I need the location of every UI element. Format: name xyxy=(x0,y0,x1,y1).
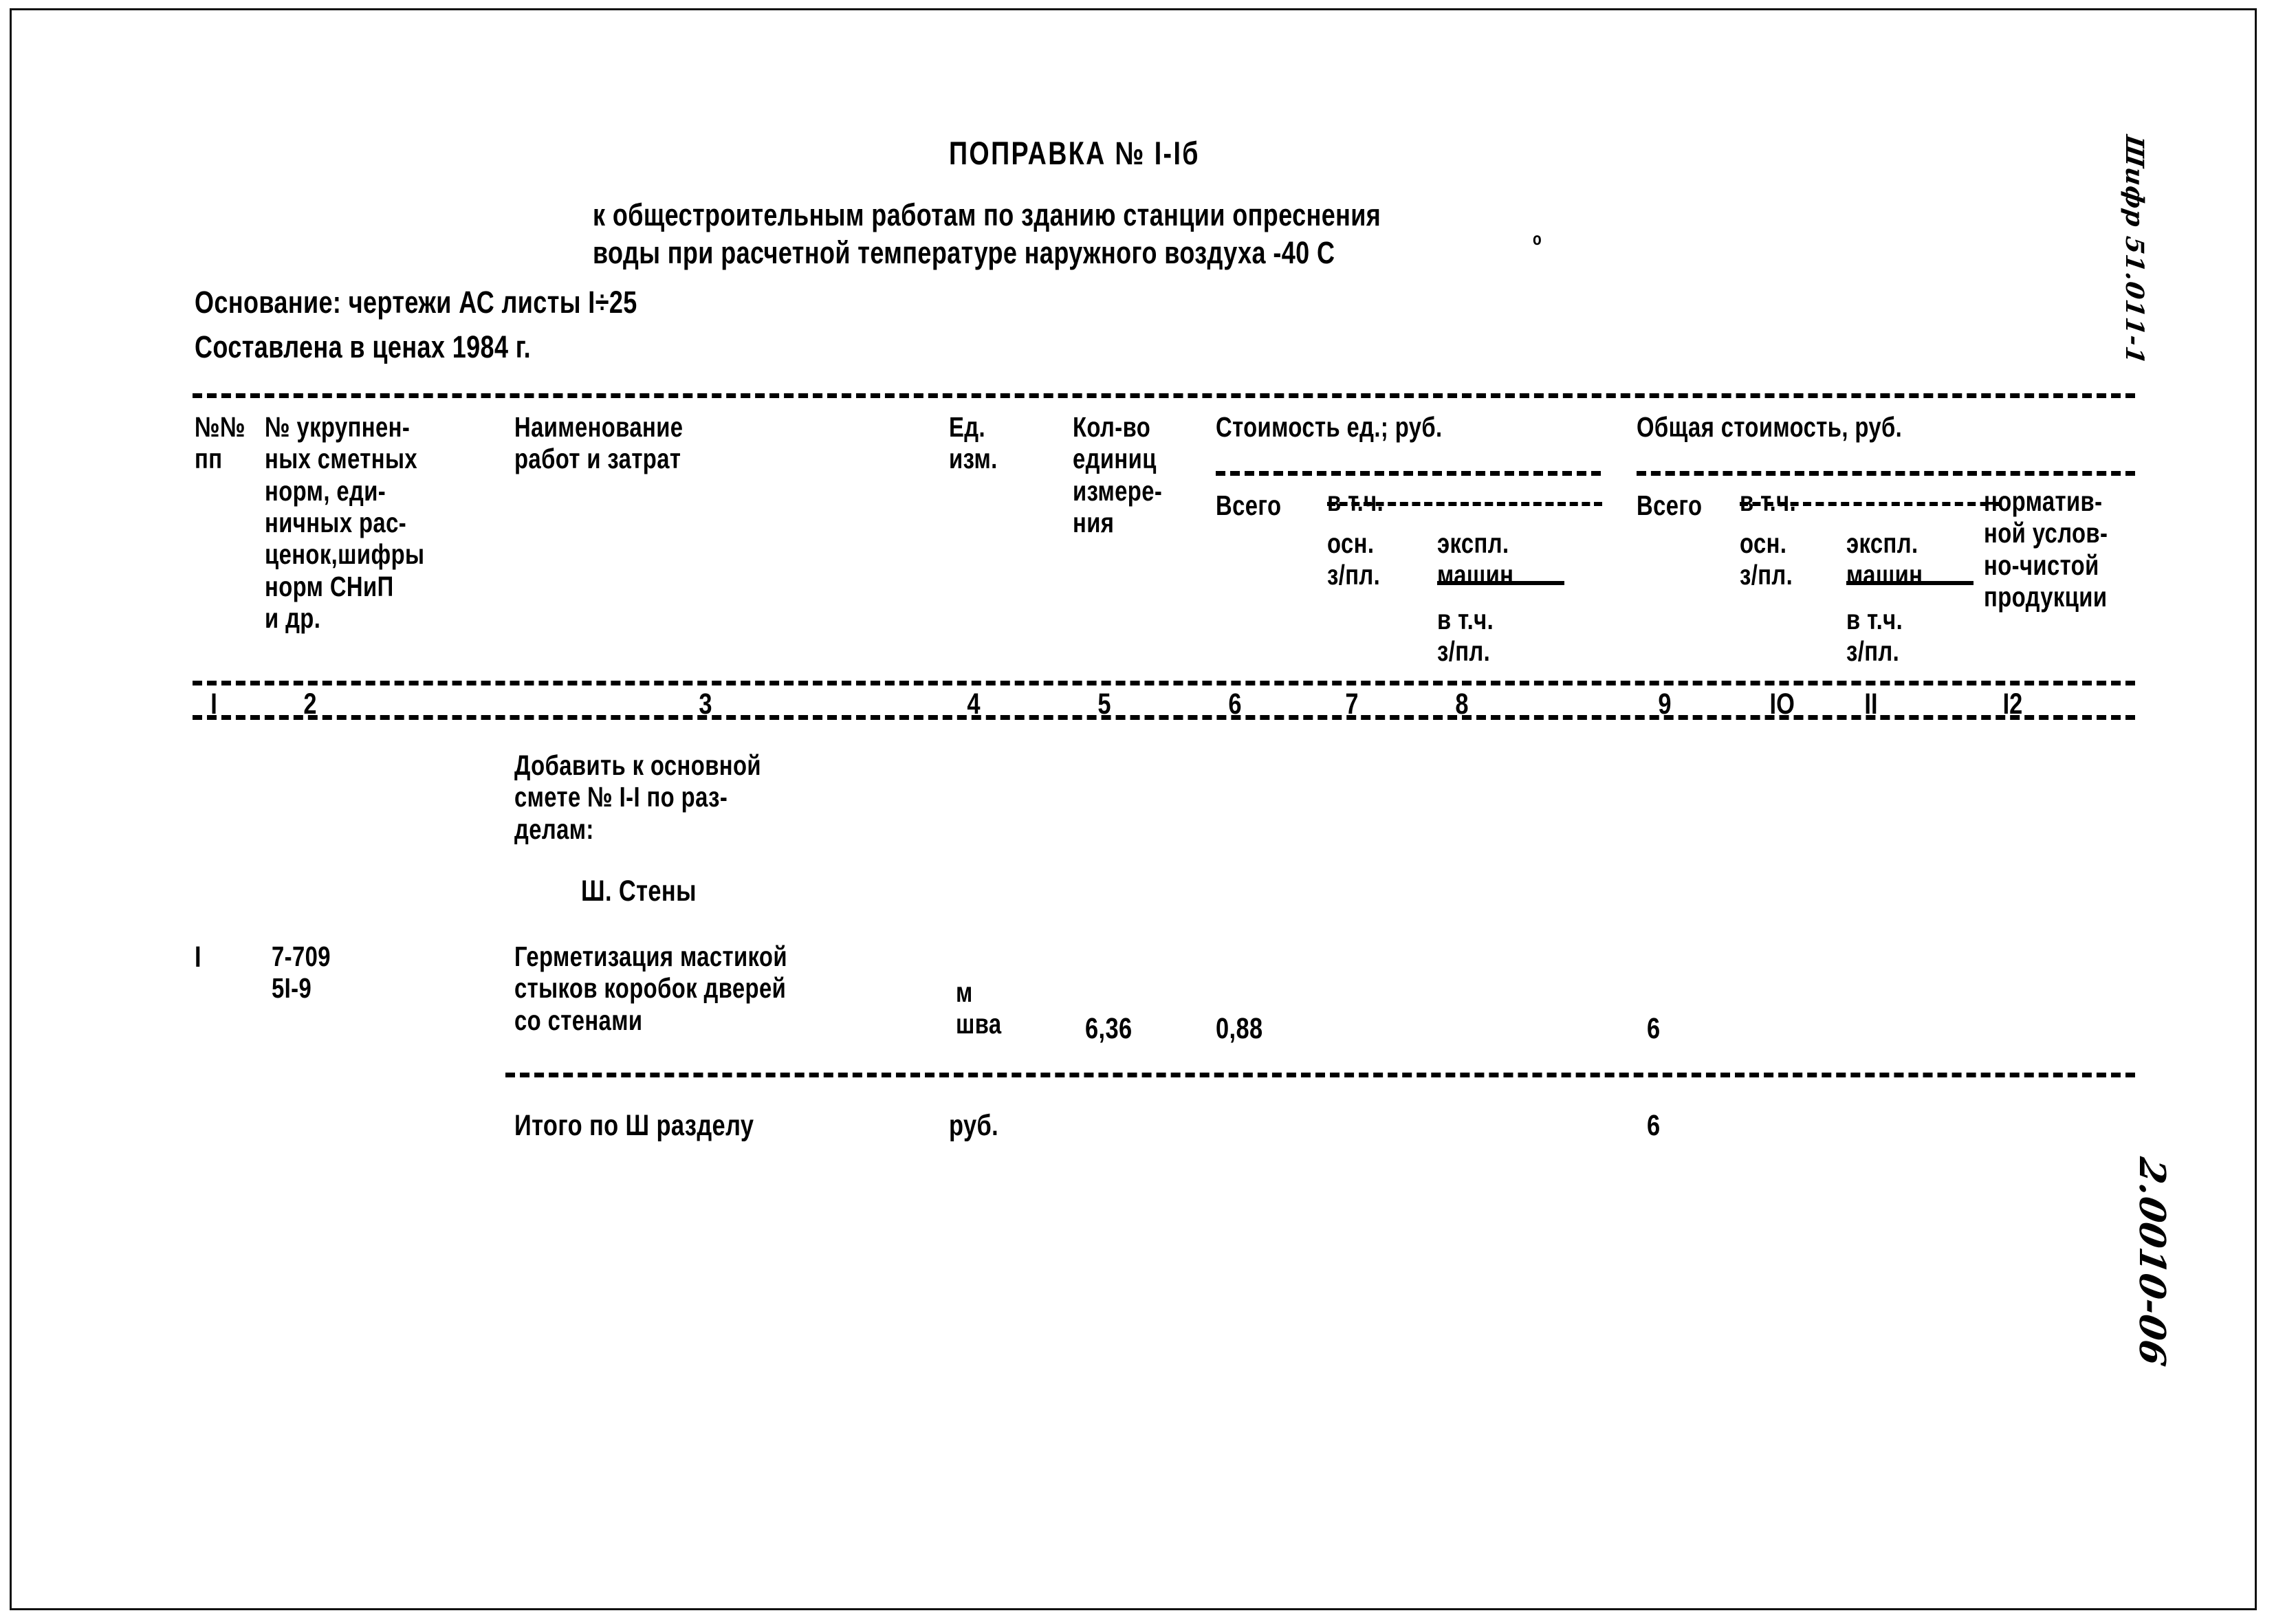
column-header-total-vsego: Всего xyxy=(1637,490,1703,521)
column-header-cost-per-unit-group: Стоимость ед.; руб. xyxy=(1216,411,1443,443)
column-number-top-rule xyxy=(193,681,2135,685)
intro-note: Добавить к основной смете № I-I по раз- … xyxy=(514,749,761,845)
total-vtch-rule xyxy=(1740,502,2001,506)
section-total-unit: руб. xyxy=(949,1109,999,1142)
column-header-quantity: Кол-во единиц измере- ния xyxy=(1073,411,1163,538)
document-subtitle-line-1: к общестроительным работам по зданию ста… xyxy=(593,197,1381,232)
unit-mashin-underline xyxy=(1437,581,1564,585)
total-mashin-underline xyxy=(1846,581,1974,585)
document-subtitle-line-2: воды при расчетной температуре наружного… xyxy=(593,235,1335,270)
section-total-rule xyxy=(505,1073,2135,1077)
margin-note-bottom-right: 2.0010-06 xyxy=(2131,1154,2173,1370)
table-row-unit: м шва xyxy=(956,976,1002,1040)
column-header-normative-net-output: норматив- ной услов- но-чистой продукции xyxy=(1984,485,2108,613)
document-page: ПОПРАВКА № I-Iб к общестроительным работ… xyxy=(0,0,2274,1624)
table-row-quantity: 6,36 xyxy=(1085,1012,1133,1045)
prices-line: Составлена в ценах 1984 г. xyxy=(195,329,531,364)
cost-per-unit-group-rule xyxy=(1216,471,1601,476)
table-row-number: I xyxy=(195,941,201,974)
basis-line: Основание: чертежи АС листы I÷25 xyxy=(195,285,637,320)
column-number-bottom-rule xyxy=(193,715,2135,720)
table-row-cost-per-unit-total: 0,88 xyxy=(1216,1012,1263,1045)
column-header-norm-codes: № укрупнен- ных сметных норм, еди- ничны… xyxy=(265,411,425,634)
header-top-rule xyxy=(193,393,2135,398)
column-header-unit-vtch-zpl: в т.ч. з/пл. xyxy=(1437,604,1494,668)
table-row-total-cost-vsego: 6 xyxy=(1647,1012,1661,1045)
table-row-description: Герметизация мастикой стыков коробок две… xyxy=(514,941,787,1036)
unit-vtch-rule xyxy=(1327,502,1602,506)
column-header-pp: №№ пп xyxy=(195,411,245,475)
document-title: ПОПРАВКА № I-Iб xyxy=(949,135,1200,171)
degree-symbol: о xyxy=(1533,228,1542,249)
section-total-value: 6 xyxy=(1647,1109,1661,1142)
column-header-unit-vsego: Всего xyxy=(1216,490,1282,521)
column-header-total-vtch-zpl: в т.ч. з/пл. xyxy=(1846,604,1903,668)
total-cost-group-rule xyxy=(1637,471,2135,476)
section-heading: Ш. Стены xyxy=(581,875,697,908)
column-header-total-cost-group: Общая стоимость, руб. xyxy=(1637,411,1903,443)
column-header-unit-osn-zpl: осн. з/пл. xyxy=(1327,527,1381,591)
column-header-total-osn-zpl: осн. з/пл. xyxy=(1740,527,1793,591)
table-row-norm-codes: 7-709 5I-9 xyxy=(272,941,331,1005)
section-total-label: Итого по Ш разделу xyxy=(514,1109,754,1142)
column-header-unit: Ед. изм. xyxy=(949,411,998,475)
margin-note-top-right: Шифр 51.011-1 xyxy=(2120,133,2149,366)
column-header-description: Наименование работ и затрат xyxy=(514,411,684,475)
